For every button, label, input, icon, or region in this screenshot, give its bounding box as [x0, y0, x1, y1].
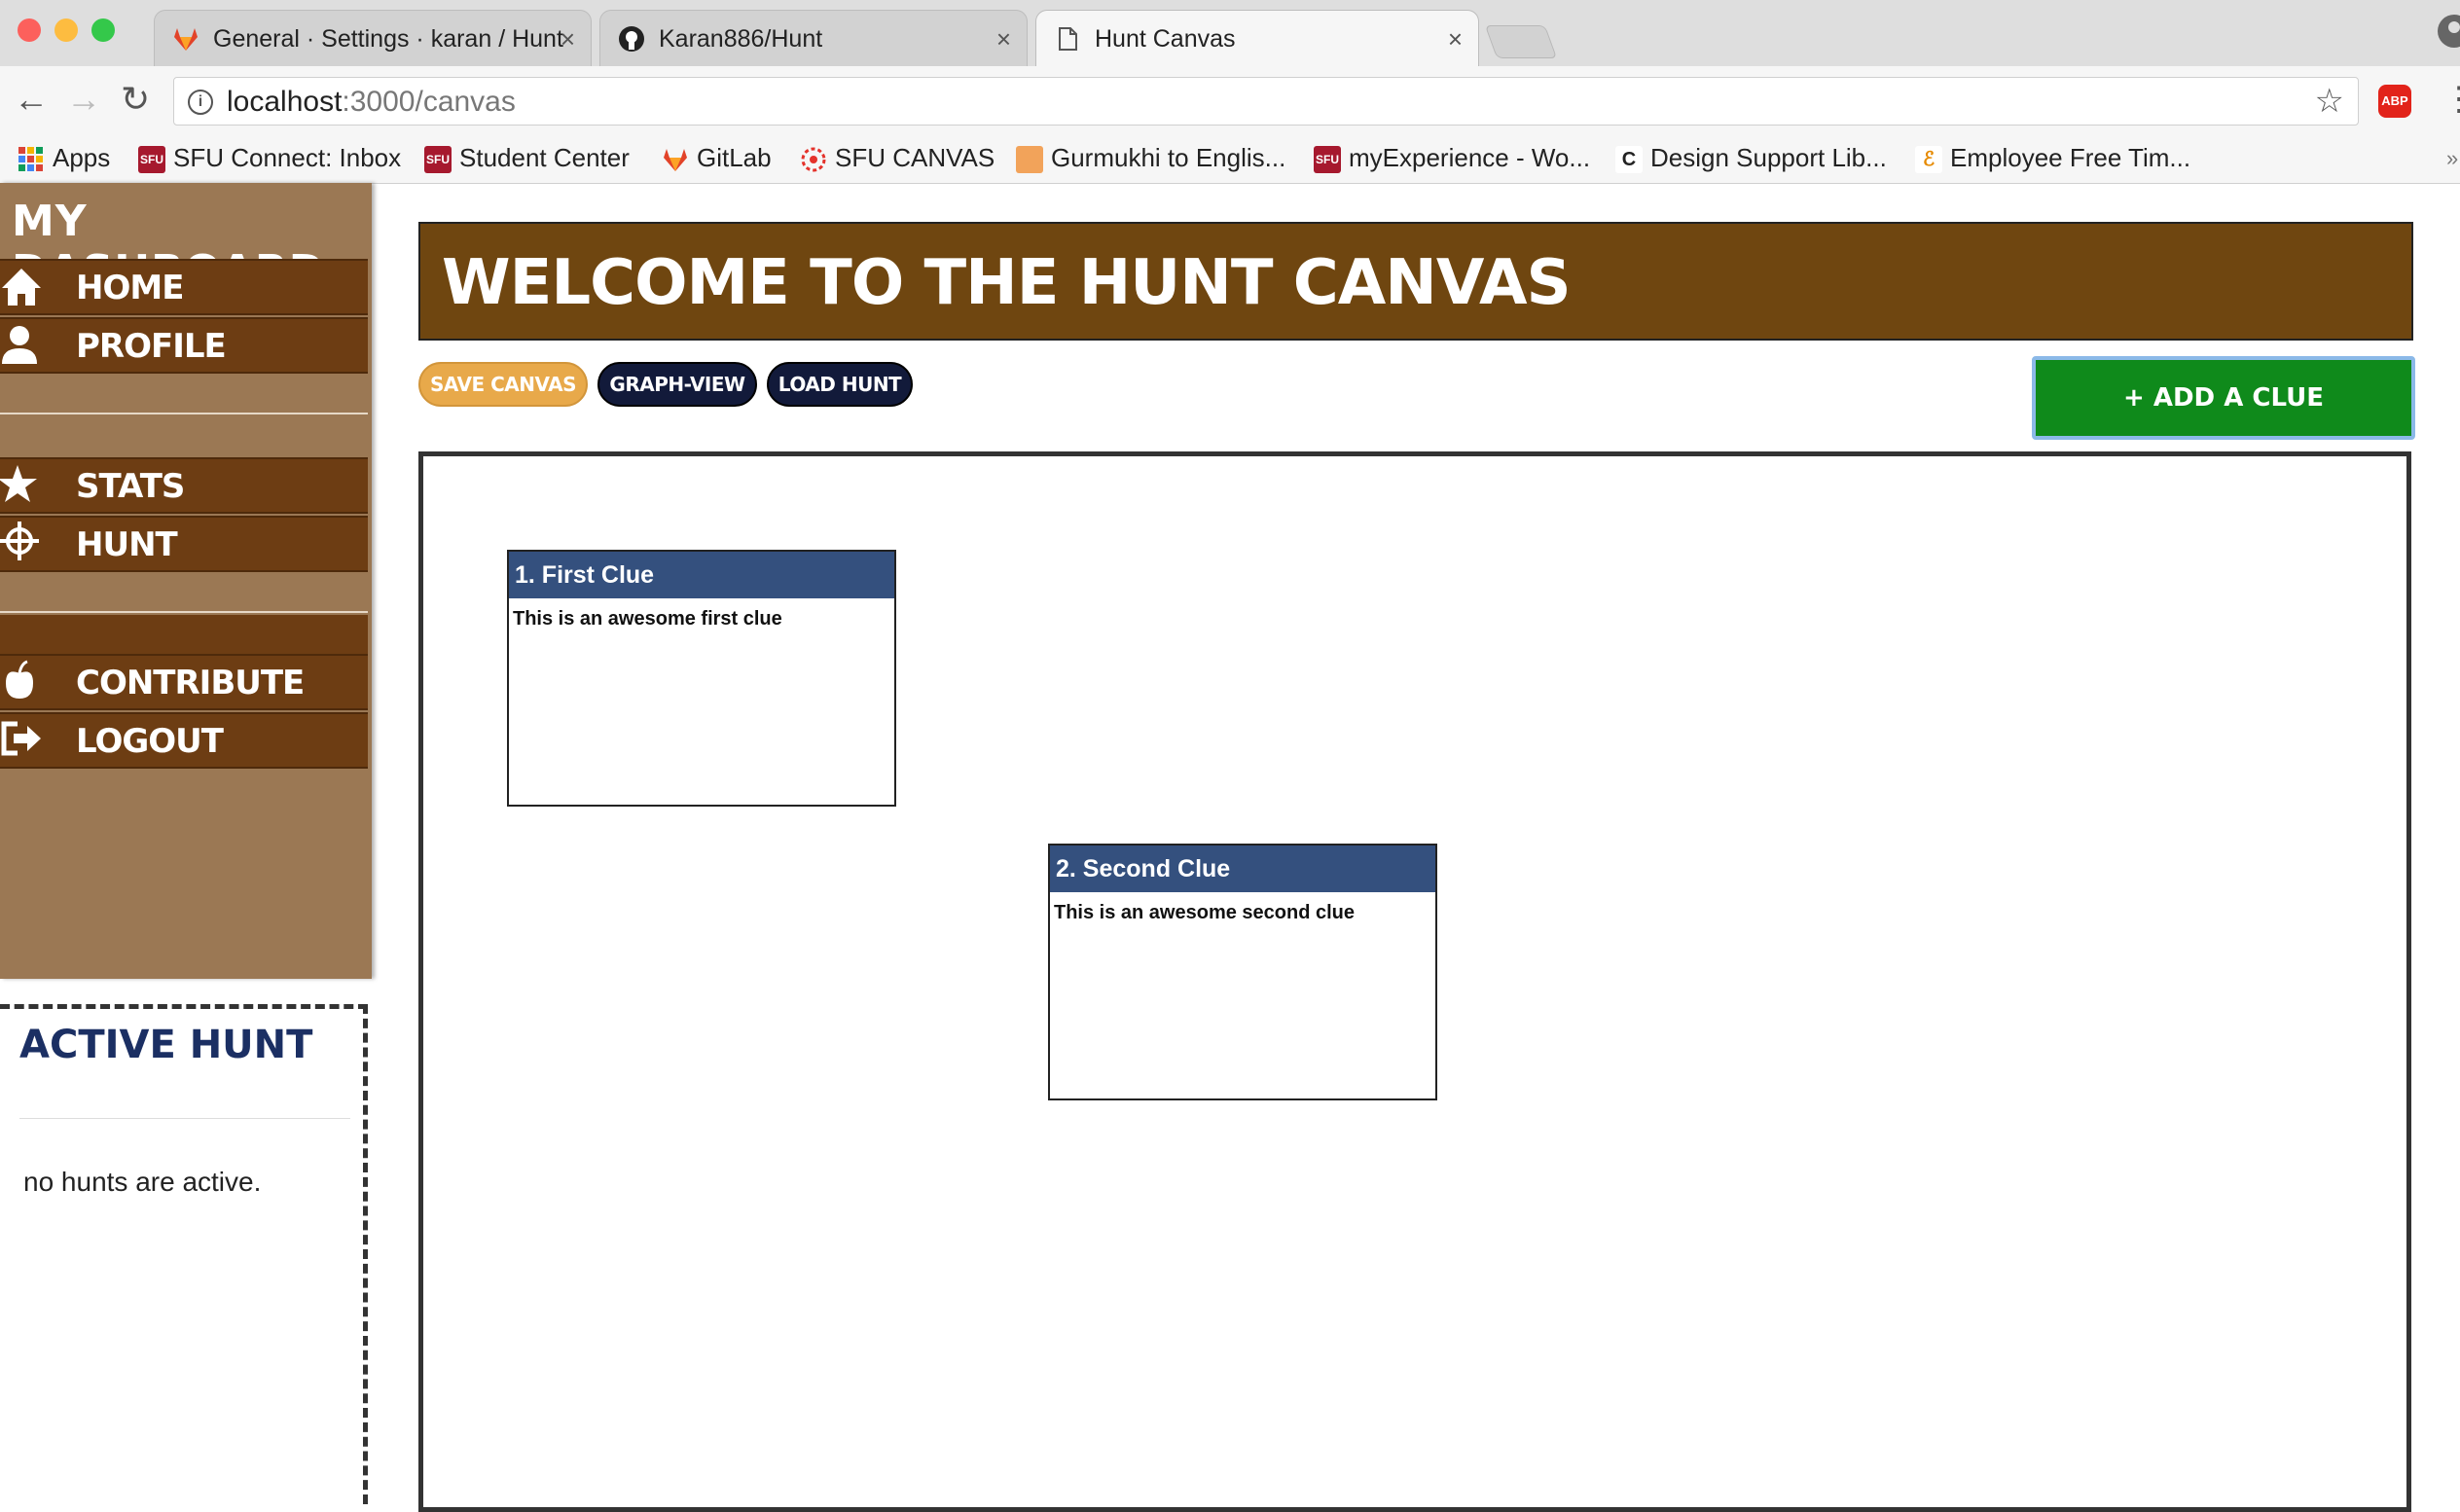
- canvas-icon: [801, 147, 826, 172]
- sidebar-item-label: CONTRIBUTE: [76, 664, 305, 702]
- bookmark-sfu-connect[interactable]: SFU SFU Connect: Inbox: [138, 140, 401, 175]
- bookmark-myexperience[interactable]: SFU myExperience - Wo...: [1314, 140, 1590, 175]
- active-hunt-message: no hunts are active.: [23, 1167, 262, 1197]
- sfu-icon: SFU: [424, 146, 452, 174]
- sidebar-item-label: HOME: [76, 269, 184, 307]
- tab-github[interactable]: Karan886/Hunt ×: [599, 10, 1028, 66]
- bookmark-star-icon[interactable]: ☆: [2315, 82, 2344, 121]
- close-window-button[interactable]: [18, 18, 41, 42]
- apple-icon: [6, 660, 33, 699]
- bookmark-label: Gurmukhi to Englis...: [1051, 143, 1286, 172]
- clue-card[interactable]: 1. First Clue This is an awesome first c…: [507, 550, 896, 807]
- employee-icon: ℰ: [1915, 146, 1942, 174]
- clue-card[interactable]: 2. Second Clue This is an awesome second…: [1048, 844, 1437, 1100]
- clue-title[interactable]: 1. First Clue: [509, 552, 894, 598]
- bookmark-label: SFU Connect: Inbox: [173, 143, 402, 172]
- sidebar-item-profile[interactable]: PROFILE: [0, 317, 368, 374]
- url-path: :3000/canvas: [342, 86, 516, 118]
- sidebar-divider: [0, 413, 368, 414]
- gurmukhi-icon: [1016, 146, 1043, 174]
- tab-title: Hunt Canvas: [1095, 25, 1236, 53]
- adblock-plus-icon[interactable]: ABP: [2378, 85, 2411, 118]
- close-icon[interactable]: ×: [1448, 11, 1463, 66]
- tab-title: General · Settings · karan / Hunt: [213, 25, 563, 53]
- tab-hunt-canvas[interactable]: Hunt Canvas ×: [1035, 10, 1479, 66]
- minimize-window-button[interactable]: [54, 18, 78, 42]
- design-support-icon: C: [1615, 146, 1643, 174]
- bookmarks-bar: Apps SFU SFU Connect: Inbox SFU Student Ce…: [0, 134, 2460, 184]
- info-icon[interactable]: i: [188, 90, 213, 115]
- dashboard-sidebar: MY DASHBOARD HOME PROFILE STATS HUNT: [0, 183, 372, 979]
- sidebar-divider: [0, 611, 368, 613]
- sidebar-item-stats[interactable]: STATS: [0, 457, 368, 514]
- bookmark-employee-free-time[interactable]: ℰ Employee Free Tim...: [1915, 140, 2190, 175]
- tab-gitlab-settings[interactable]: General · Settings · karan / Hunt ×: [154, 10, 592, 66]
- active-hunt-panel: ACTIVE HUNT no hunts are active.: [0, 1004, 368, 1504]
- back-arrow-icon[interactable]: ←: [14, 80, 49, 119]
- url-text: localhost:3000/canvas: [227, 86, 516, 119]
- clue-body: This is an awesome first clue: [513, 608, 782, 630]
- home-icon: [2, 269, 41, 306]
- clue-body: This is an awesome second clue: [1054, 902, 1356, 923]
- reload-icon[interactable]: ↻: [121, 80, 150, 119]
- bookmark-label: Employee Free Tim...: [1950, 143, 2191, 172]
- sidebar-divider-band: [0, 615, 368, 654]
- gitlab-icon: [664, 149, 687, 172]
- sidebar-item-label: HUNT: [76, 525, 178, 564]
- sfu-icon: SFU: [138, 146, 165, 174]
- active-hunt-title: ACTIVE HUNT: [19, 1023, 313, 1067]
- profile-icon[interactable]: [2433, 14, 2460, 49]
- crosshair-icon: [0, 522, 39, 560]
- close-icon[interactable]: ×: [996, 11, 1011, 66]
- bookmark-gitlab[interactable]: GitLab: [662, 140, 772, 175]
- clue-title[interactable]: 2. Second Clue: [1050, 846, 1435, 892]
- sidebar-item-label: LOGOUT: [76, 722, 224, 761]
- add-clue-button[interactable]: + ADD A CLUE: [2032, 356, 2415, 440]
- sfu-icon: SFU: [1314, 146, 1341, 174]
- bookmark-apps[interactable]: Apps: [18, 140, 110, 175]
- bookmark-sfu-canvas[interactable]: SFU CANVAS: [800, 140, 995, 175]
- forward-arrow-icon[interactable]: →: [66, 80, 101, 119]
- bookmark-label: SFU CANVAS: [835, 143, 995, 172]
- hunt-canvas[interactable]: 1. First Clue This is an awesome first c…: [418, 451, 2411, 1512]
- user-icon: [2, 326, 37, 364]
- load-hunt-button[interactable]: LOAD HUNT: [767, 362, 913, 407]
- bookmark-label: GitLab: [697, 143, 772, 172]
- url-host: localhost: [227, 86, 343, 118]
- browser-menu-icon[interactable]: ⋮: [2442, 80, 2460, 119]
- graph-view-button[interactable]: GRAPH-VIEW: [597, 362, 757, 407]
- browser-toolbar: ← → ↻ i localhost:3000/canvas ☆ ABP ⋮: [0, 66, 2460, 134]
- bookmark-student-center[interactable]: SFU Student Center: [424, 140, 630, 175]
- sidebar-item-logout[interactable]: LOGOUT: [0, 712, 368, 769]
- browser-tab-strip: General · Settings · karan / Hunt × Kara…: [0, 0, 2460, 66]
- bookmark-label: Design Support Lib...: [1650, 143, 1887, 172]
- sidebar-item-label: PROFILE: [76, 327, 227, 366]
- sidebar-item-home[interactable]: HOME: [0, 259, 368, 315]
- bookmark-gurmukhi[interactable]: Gurmukhi to Englis...: [1016, 140, 1285, 175]
- bookmark-label: Apps: [53, 143, 111, 172]
- maximize-window-button[interactable]: [91, 18, 115, 42]
- address-bar[interactable]: i localhost:3000/canvas ☆: [173, 77, 2359, 126]
- bookmark-label: myExperience - Wo...: [1349, 143, 1591, 172]
- page-title: WELCOME TO THE HUNT CANVAS: [442, 247, 1572, 319]
- sidebar-item-hunt[interactable]: HUNT: [0, 516, 368, 572]
- new-tab-button[interactable]: [1484, 25, 1558, 58]
- save-canvas-button[interactable]: SAVE CANVAS: [418, 362, 588, 407]
- bookmark-design-support[interactable]: C Design Support Lib...: [1615, 140, 1887, 175]
- sidebar-item-contribute[interactable]: CONTRIBUTE: [0, 654, 368, 710]
- sidebar-item-label: STATS: [76, 467, 185, 506]
- welcome-banner: WELCOME TO THE HUNT CANVAS: [418, 222, 2413, 341]
- github-icon: [619, 26, 644, 52]
- chevron-right-icon[interactable]: »: [2446, 146, 2458, 171]
- close-icon[interactable]: ×: [561, 11, 575, 66]
- active-hunt-divider: [19, 1118, 350, 1119]
- bookmark-label: Student Center: [459, 143, 630, 172]
- star-icon: [0, 465, 37, 502]
- page-icon: [1059, 27, 1077, 51]
- tab-title: Karan886/Hunt: [659, 25, 823, 53]
- apps-grid-icon: [18, 147, 43, 172]
- gitlab-icon: [174, 28, 198, 51]
- logout-icon: [1, 721, 41, 756]
